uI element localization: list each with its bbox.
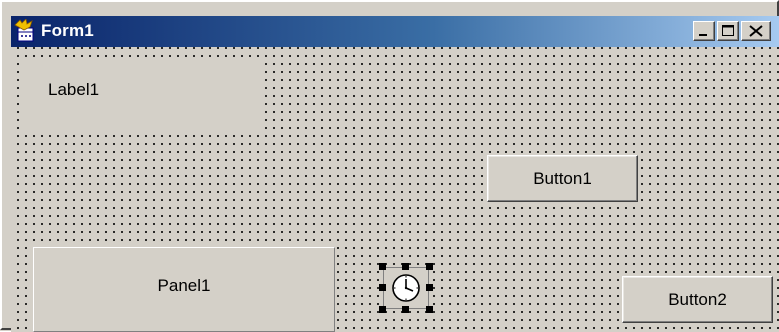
selection-handle[interactable] bbox=[402, 306, 409, 313]
window-title: Form1 bbox=[41, 21, 94, 40]
button2[interactable]: Button2 bbox=[622, 276, 773, 323]
selection-handle[interactable] bbox=[426, 284, 433, 291]
close-button[interactable] bbox=[741, 21, 771, 41]
button1[interactable]: Button1 bbox=[487, 155, 638, 202]
label1-component[interactable]: Label1 bbox=[19, 57, 263, 129]
clock-icon bbox=[392, 274, 420, 302]
selection-handle[interactable] bbox=[379, 284, 386, 291]
selection-handle[interactable] bbox=[379, 263, 386, 270]
label1-text: Label1 bbox=[48, 80, 100, 99]
timer-box bbox=[383, 267, 429, 309]
close-icon bbox=[749, 25, 763, 37]
selection-handle[interactable] bbox=[426, 306, 433, 313]
selection-handle[interactable] bbox=[426, 263, 433, 270]
minimize-button[interactable] bbox=[693, 21, 715, 41]
form-window: Form1 Label1 Button1 Panel1 Button2 bbox=[0, 0, 779, 332]
panel1[interactable]: Panel1 bbox=[33, 247, 335, 332]
form-designer-surface[interactable]: Label1 Button1 Panel1 Button2 bbox=[11, 47, 779, 332]
title-bar[interactable]: Form1 bbox=[11, 16, 779, 47]
timer-component[interactable] bbox=[379, 263, 433, 313]
minimize-icon bbox=[699, 34, 707, 36]
app-icon[interactable] bbox=[14, 19, 38, 43]
selection-handle[interactable] bbox=[402, 263, 409, 270]
maximize-button[interactable] bbox=[717, 21, 739, 41]
maximize-icon bbox=[722, 25, 734, 36]
selection-handle[interactable] bbox=[379, 306, 386, 313]
